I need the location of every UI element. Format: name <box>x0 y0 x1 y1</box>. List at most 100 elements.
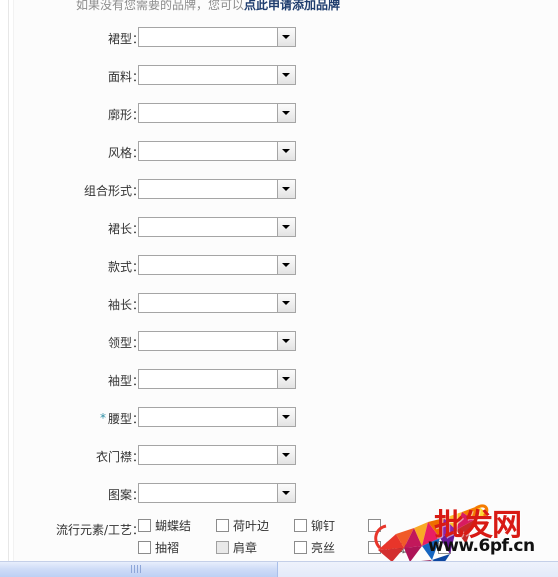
checkbox-label: 荷叶边 <box>233 519 270 533</box>
chevron-down-icon[interactable] <box>278 294 295 312</box>
checkbox-item[interactable]: 镶钻 <box>368 540 409 556</box>
chevron-down-glyph <box>282 377 290 381</box>
dropdown-value[interactable] <box>139 332 278 350</box>
checkbox-item[interactable]: 铆钉 <box>294 518 335 534</box>
grip-lines-icon <box>131 565 143 573</box>
dropdown-value[interactable] <box>139 218 278 236</box>
chevron-down-glyph <box>282 263 290 267</box>
dropdown-select[interactable] <box>138 141 296 161</box>
checkbox-item[interactable]: 抽褶 <box>138 540 179 556</box>
dropdown-select[interactable] <box>138 369 296 389</box>
checkbox-box[interactable] <box>138 541 151 554</box>
dropdown-value[interactable] <box>139 180 278 198</box>
chevron-down-glyph <box>282 491 290 495</box>
chevron-down-icon[interactable] <box>278 256 295 274</box>
chevron-down-icon[interactable] <box>278 104 295 122</box>
form-row: 领型： <box>14 331 558 357</box>
scrollbar-track[interactable] <box>0 562 558 577</box>
field-label: 组合形式： <box>84 183 144 199</box>
checkbox-item[interactable] <box>368 518 385 534</box>
form-row: 衣门襟： <box>14 445 558 471</box>
chevron-down-icon[interactable] <box>278 180 295 198</box>
chevron-down-glyph <box>282 415 290 419</box>
chevron-down-glyph <box>282 35 290 39</box>
dropdown-select[interactable] <box>138 27 296 47</box>
dropdown-select[interactable] <box>138 445 296 465</box>
dropdown-value[interactable] <box>139 294 278 312</box>
chevron-down-glyph <box>282 453 290 457</box>
brand-notice-text: 如果没有您需要的品牌，您可以 <box>76 0 245 12</box>
dropdown-value[interactable] <box>139 446 278 464</box>
dropdown-value[interactable] <box>139 256 278 274</box>
window-left-divider <box>8 0 9 563</box>
horizontal-scrollbar[interactable] <box>0 561 558 577</box>
form-row: 图案： <box>14 483 558 509</box>
dropdown-select[interactable] <box>138 65 296 85</box>
checkbox-label: 肩章 <box>233 541 258 555</box>
checkbox-box[interactable] <box>138 519 151 532</box>
chevron-down-icon[interactable] <box>278 142 295 160</box>
field-label-text: 衣门襟： <box>95 450 144 464</box>
checkbox-box[interactable] <box>368 519 381 532</box>
dropdown-value[interactable] <box>139 28 278 46</box>
dropdown-select[interactable] <box>138 255 296 275</box>
required-marker: * <box>99 411 106 425</box>
checkbox-item[interactable]: 亮丝 <box>294 540 335 556</box>
field-label-text: 组合形式： <box>83 184 144 198</box>
chevron-down-glyph <box>282 73 290 77</box>
checkbox-box[interactable] <box>294 541 307 554</box>
checkbox-label: 亮丝 <box>311 541 336 555</box>
dropdown-value[interactable] <box>139 370 278 388</box>
dropdown-value[interactable] <box>139 484 278 502</box>
checkbox-item[interactable]: 肩章 <box>216 540 257 556</box>
form-row: 裙长： <box>14 217 558 243</box>
dropdown-select[interactable] <box>138 217 296 237</box>
chevron-down-icon[interactable] <box>278 28 295 46</box>
checkbox-box[interactable] <box>216 519 229 532</box>
scrollbar-thumb[interactable] <box>0 562 278 577</box>
chevron-down-icon[interactable] <box>278 218 295 236</box>
chevron-down-icon[interactable] <box>278 332 295 350</box>
brand-notice: 如果没有您需要的品牌，您可以点此申请添加品牌 <box>76 0 340 13</box>
chevron-down-glyph <box>282 225 290 229</box>
chevron-down-icon[interactable] <box>278 66 295 84</box>
chevron-down-glyph <box>282 339 290 343</box>
checkbox-item[interactable]: 荷叶边 <box>216 518 269 534</box>
dropdown-value[interactable] <box>139 408 278 426</box>
chevron-down-icon[interactable] <box>278 370 295 388</box>
form-row: 风格： <box>14 141 558 167</box>
checkbox-box[interactable] <box>368 541 381 554</box>
dropdown-select[interactable] <box>138 103 296 123</box>
chevron-down-glyph <box>282 301 290 305</box>
chevron-down-glyph <box>282 111 290 115</box>
checkbox-box[interactable] <box>438 541 451 554</box>
checkbox-box[interactable] <box>216 541 229 554</box>
checkbox-item[interactable]: 蝴蝶结 <box>138 518 191 534</box>
page-root: 如果没有您需要的品牌，您可以点此申请添加品牌 裙型： 面料： 廓形： 风格： 组合形式：… <box>0 0 558 577</box>
form-content-area: 如果没有您需要的品牌，您可以点此申请添加品牌 裙型： 面料： 廓形： 风格： 组合形式：… <box>14 0 558 563</box>
chevron-down-icon[interactable] <box>278 408 295 426</box>
field-label: 衣门襟： <box>96 449 144 465</box>
form-row: 袖型： <box>14 369 558 395</box>
dropdown-select[interactable] <box>138 483 296 503</box>
dropdown-select[interactable] <box>138 407 296 427</box>
checkbox-item[interactable] <box>438 540 455 556</box>
chevron-down-icon[interactable] <box>278 446 295 464</box>
dropdown-select[interactable] <box>138 293 296 313</box>
dropdown-select[interactable] <box>138 179 296 199</box>
trend-elements-label: 流行元素/工艺： <box>55 523 144 537</box>
chevron-down-glyph <box>282 187 290 191</box>
apply-add-brand-link[interactable]: 点此申请添加品牌 <box>244 0 340 12</box>
dropdown-value[interactable] <box>139 66 278 84</box>
dropdown-value[interactable] <box>139 142 278 160</box>
dropdown-value[interactable] <box>139 104 278 122</box>
chevron-down-glyph <box>282 149 290 153</box>
form-row: 组合形式： <box>14 179 558 205</box>
chevron-down-icon[interactable] <box>278 484 295 502</box>
form-row: 裙型： <box>14 27 558 53</box>
form-row: 廓形： <box>14 103 558 129</box>
form-row: 款式： <box>14 255 558 281</box>
form-row: * 腰型： <box>14 407 558 433</box>
checkbox-box[interactable] <box>294 519 307 532</box>
dropdown-select[interactable] <box>138 331 296 351</box>
